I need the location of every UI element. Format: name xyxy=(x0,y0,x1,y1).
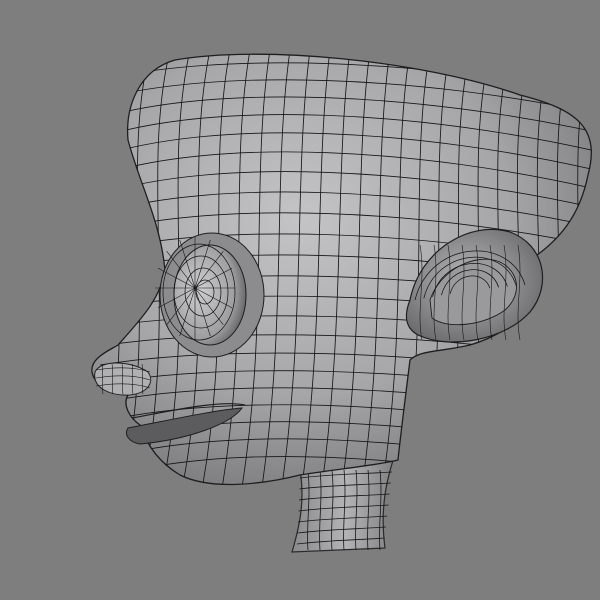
viewport-canvas[interactable] xyxy=(0,0,600,600)
3d-viewport[interactable] xyxy=(0,0,600,600)
